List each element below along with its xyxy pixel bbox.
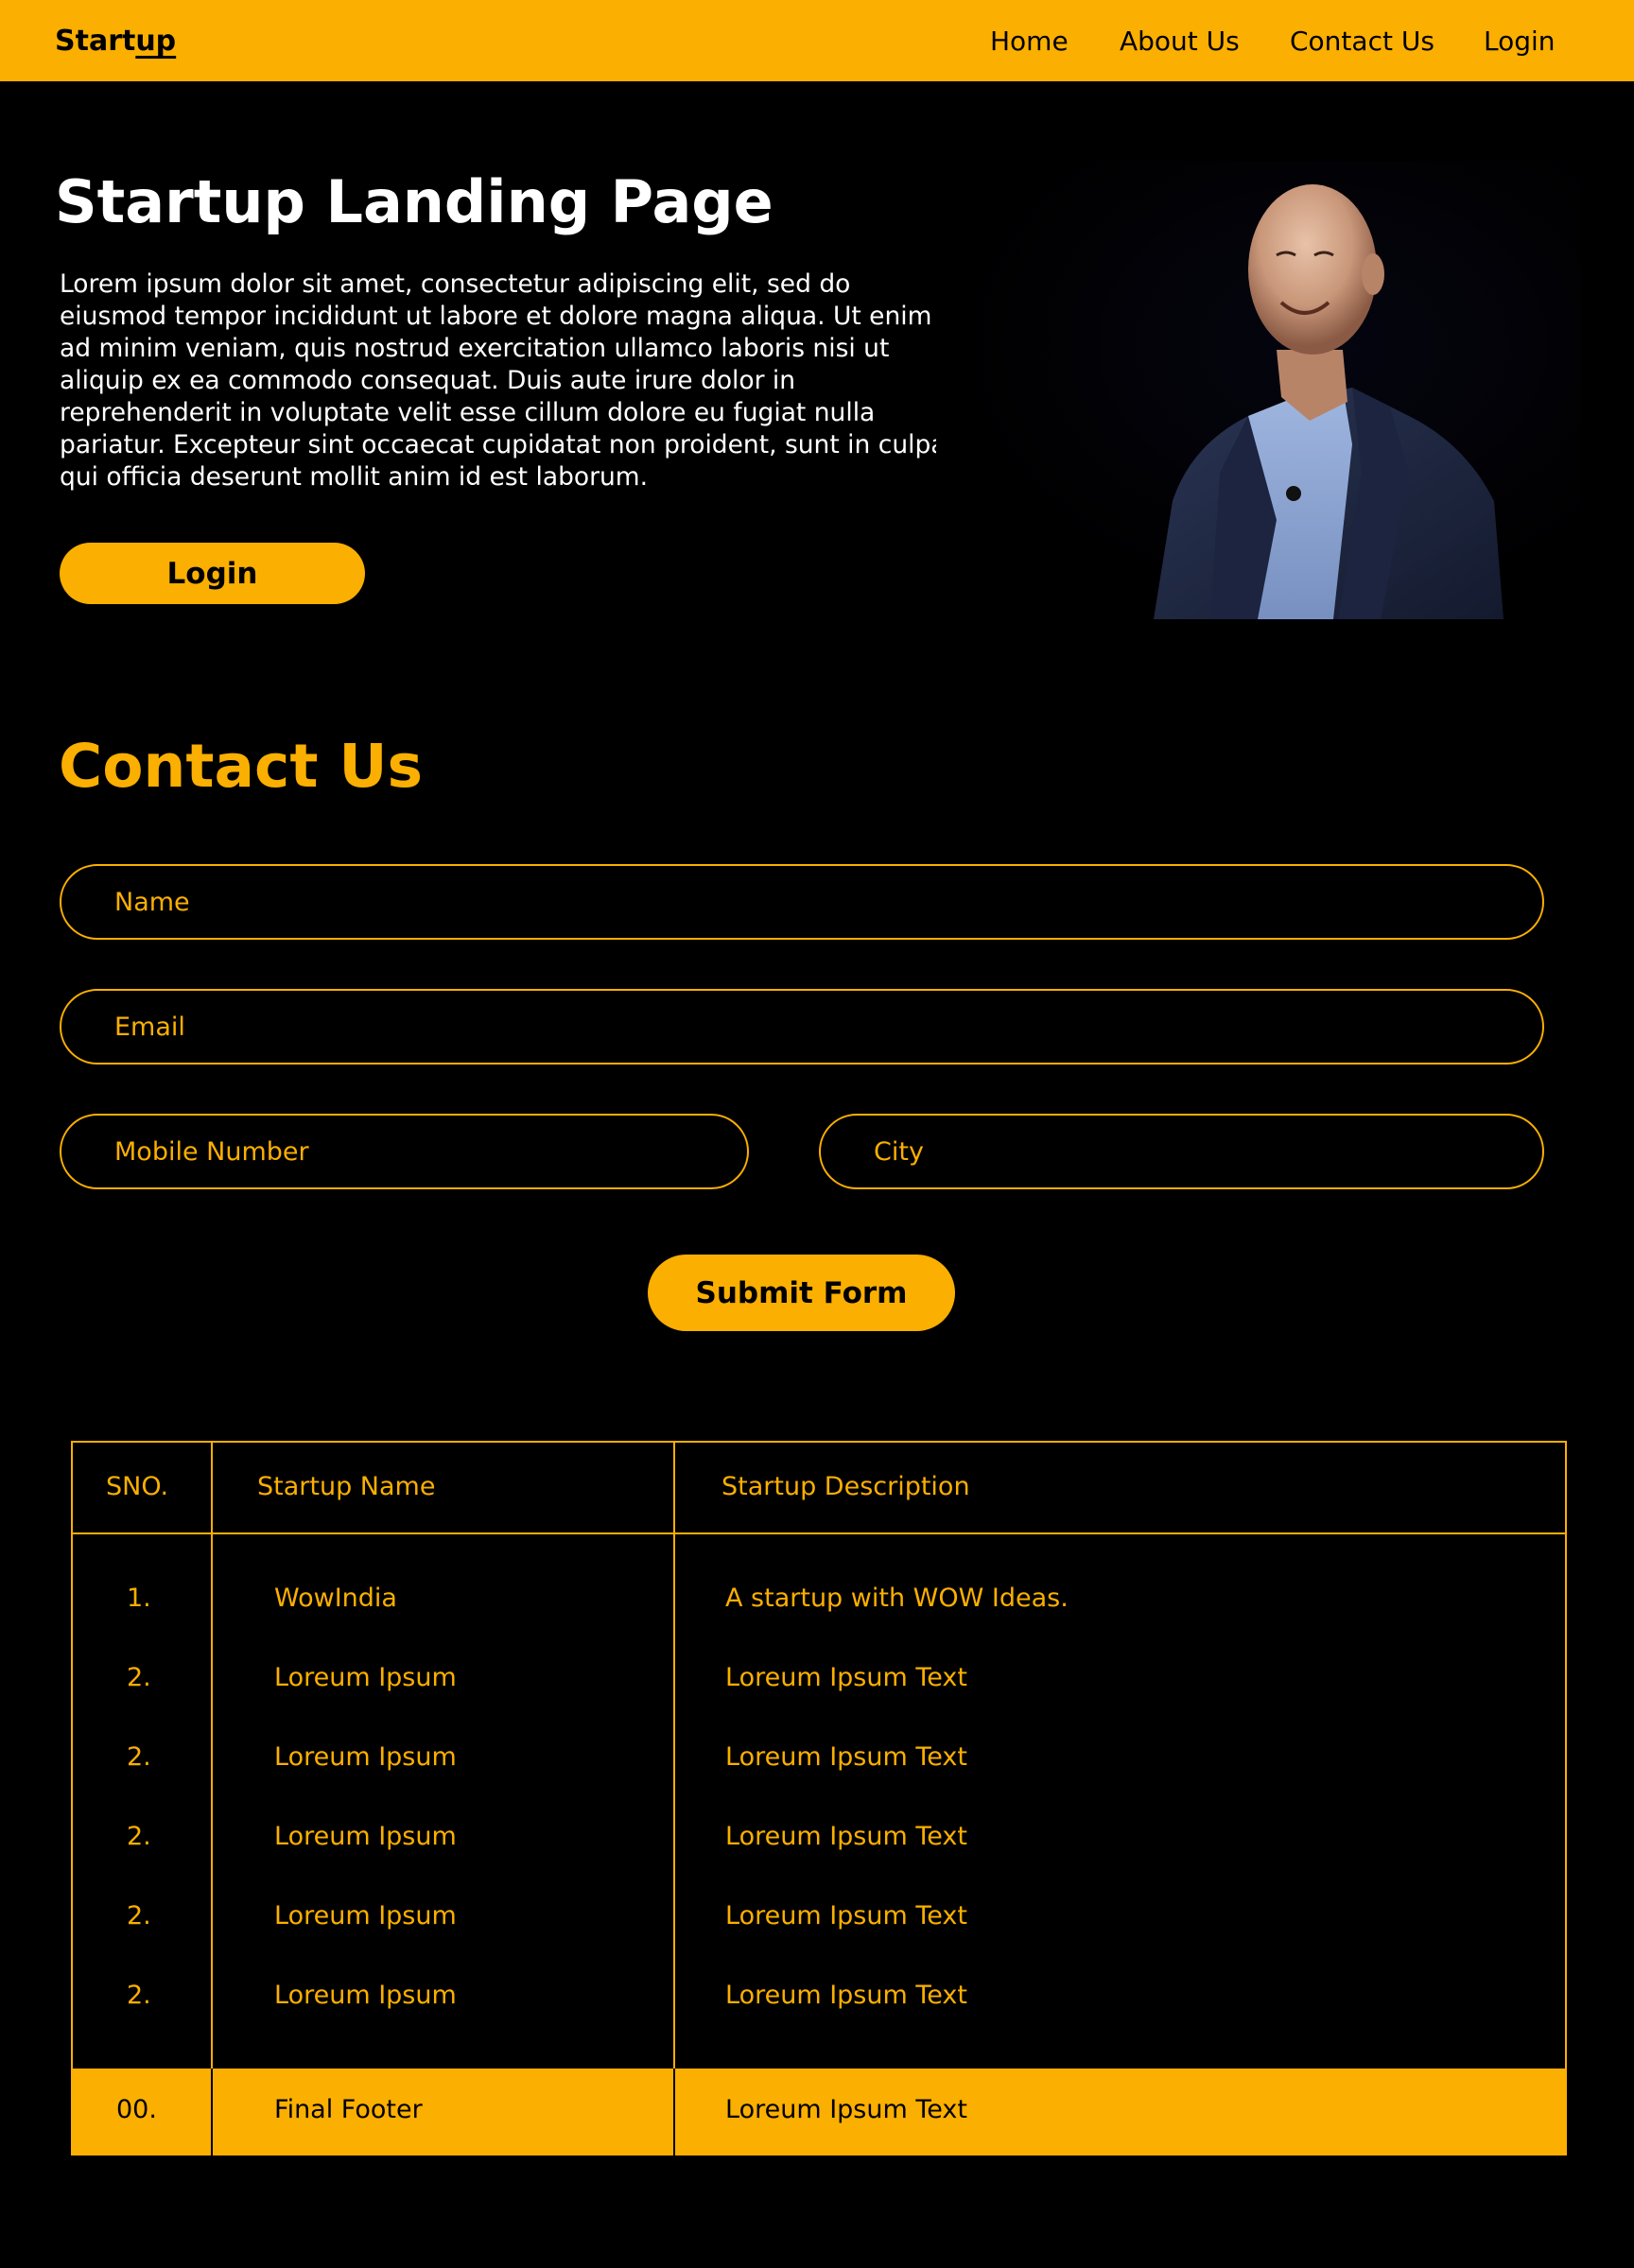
submit-form-button[interactable]: Submit Form [648, 1255, 955, 1331]
footer-sno: 00. [116, 2095, 157, 2124]
table-row-sno: 2. [127, 1901, 151, 1930]
contact-title: Contact Us [59, 732, 424, 801]
footer-divider [211, 2069, 213, 2155]
header-startup-name: Startup Name [257, 1472, 436, 1501]
nav-contact-us[interactable]: Contact Us [1290, 21, 1434, 62]
mobile-number-field[interactable] [60, 1114, 749, 1189]
name-field[interactable] [60, 864, 1544, 940]
table-row-name: Loreum Ipsum [274, 1822, 457, 1851]
table-row-description: Loreum Ipsum Text [725, 1901, 967, 1930]
table-row-name: Loreum Ipsum [274, 1742, 457, 1772]
header-divider [73, 1532, 1565, 1534]
hero-description: Lorem ipsum dolor sit amet, consectetur … [60, 269, 947, 492]
table-row-name: Loreum Ipsum [274, 1663, 457, 1692]
email-field[interactable] [60, 989, 1544, 1065]
nav-home[interactable]: Home [990, 21, 1069, 62]
navbar: Startup Home About Us Contact Us Login [0, 0, 1634, 81]
table-row-sno: 1. [127, 1584, 151, 1613]
table-row-description: Loreum Ipsum Text [725, 1663, 967, 1692]
table-row-sno: 2. [127, 1981, 151, 2010]
table-row-description: Loreum Ipsum Text [725, 1822, 967, 1851]
footer-divider [673, 2069, 675, 2155]
startup-table: SNO. Startup Name Startup Description 1.… [71, 1441, 1567, 2155]
table-row-description: Loreum Ipsum Text [725, 1981, 967, 2010]
nav-about-us[interactable]: About Us [1120, 21, 1240, 62]
header-startup-description: Startup Description [721, 1472, 970, 1501]
column-divider [673, 1443, 675, 2154]
footer-description: Loreum Ipsum Text [725, 2095, 967, 2124]
table-row-sno: 2. [127, 1822, 151, 1851]
table-row-name: WowIndia [274, 1584, 397, 1613]
table-row-name: Loreum Ipsum [274, 1901, 457, 1930]
brand-prefix: Start [55, 25, 136, 58]
footer-name: Final Footer [274, 2095, 423, 2124]
portrait-illustration [1154, 184, 1504, 619]
city-field[interactable] [819, 1114, 1544, 1189]
table-row-description: A startup with WOW Ideas. [725, 1584, 1069, 1613]
table-row-description: Loreum Ipsum Text [725, 1742, 967, 1772]
table-row-sno: 2. [127, 1663, 151, 1692]
brand-suffix: up [135, 25, 177, 58]
hero-login-button[interactable]: Login [60, 543, 365, 604]
table-footer-row: 00. Final Footer Loreum Ipsum Text [71, 2069, 1567, 2155]
column-divider [211, 1443, 213, 2154]
hero-title: Startup Landing Page [55, 167, 774, 236]
table-row-sno: 2. [127, 1742, 151, 1772]
header-sno: SNO. [106, 1472, 169, 1501]
brand-logo[interactable]: Startup [55, 21, 176, 62]
hero-portrait-image [936, 161, 1581, 619]
nav-login[interactable]: Login [1484, 21, 1556, 62]
table-row-name: Loreum Ipsum [274, 1981, 457, 2010]
